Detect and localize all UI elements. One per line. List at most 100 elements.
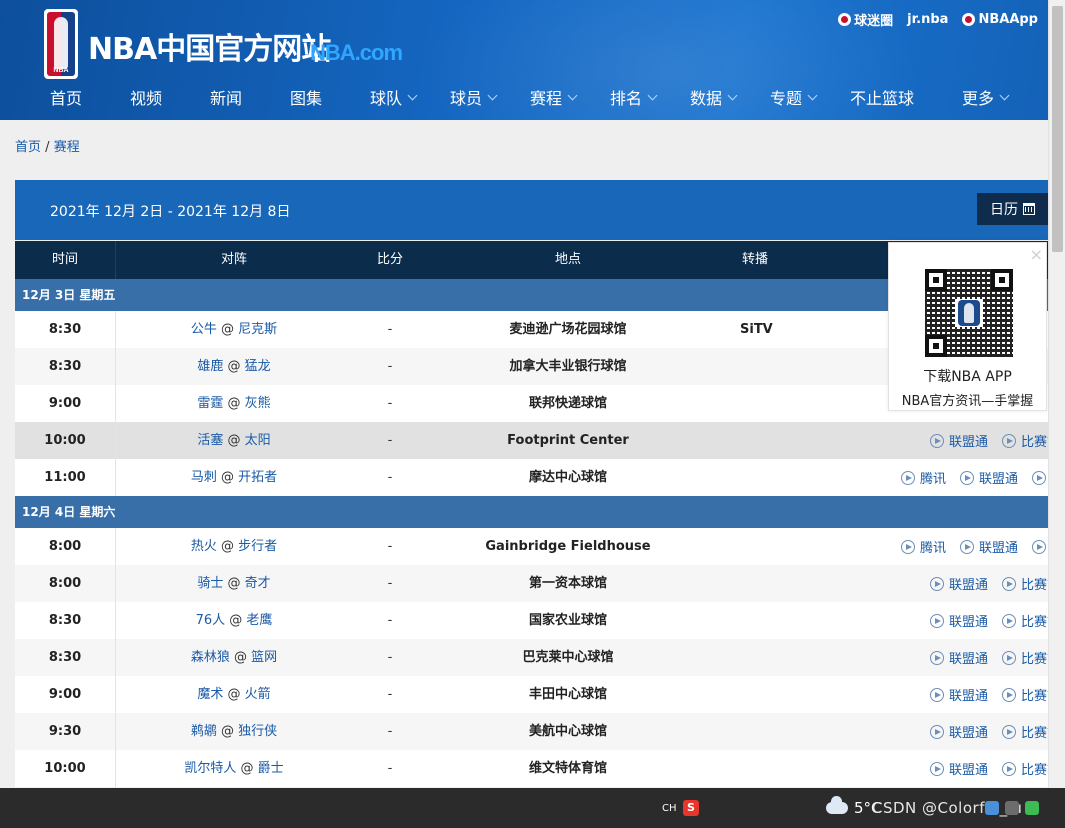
away-team-link[interactable]: 雄鹿	[197, 359, 223, 374]
app-popup-title: 下载NBA APP	[923, 369, 1012, 385]
nav-item[interactable]: 图集	[290, 85, 322, 109]
nav-item[interactable]: 更多	[962, 85, 1010, 109]
home-team-link[interactable]: 爵士	[258, 761, 284, 776]
nav-item[interactable]: 排名	[610, 85, 658, 109]
nav-item[interactable]: 首页	[50, 85, 82, 109]
nav-item[interactable]: 专题	[770, 85, 818, 109]
site-title[interactable]: NBA中国官方网站	[88, 24, 331, 68]
home-team-link[interactable]: 尼克斯	[238, 322, 277, 337]
volume-icon[interactable]	[1005, 801, 1019, 815]
app-tray-icon[interactable]	[1025, 801, 1039, 815]
away-team-link[interactable]: 森林狼	[191, 650, 230, 665]
network-icon[interactable]	[985, 801, 999, 815]
sogou-ime[interactable]: S	[683, 788, 699, 828]
home-team-link[interactable]: 老鹰	[246, 613, 272, 628]
away-team-link[interactable]: 凯尔特人	[184, 761, 236, 776]
tv-channel	[740, 639, 800, 676]
home-team-link[interactable]: 太阳	[245, 433, 271, 448]
home-team-link[interactable]: 火箭	[245, 687, 271, 702]
broadcast-link[interactable]: 比赛前瞻	[1002, 611, 1048, 630]
game-time: 10:00	[44, 761, 86, 776]
broadcast-link[interactable]: 联盟通	[960, 537, 1018, 556]
scrollbar-thumb[interactable]	[1052, 6, 1063, 252]
venue: 麦迪逊广场花园球馆	[509, 322, 627, 337]
nav-item[interactable]: 数据	[690, 85, 738, 109]
matchup: 雄鹿 @ 猛龙	[116, 348, 352, 385]
home-team-link[interactable]: 步行者	[238, 539, 277, 554]
matchup: 76人 @ 老鹰	[116, 602, 352, 639]
away-team-link[interactable]: 马刺	[191, 470, 217, 485]
broadcast-link[interactable]: 比赛前瞻	[1002, 685, 1048, 704]
page-scrollbar[interactable]	[1048, 0, 1065, 788]
home-team-link[interactable]: 灰熊	[245, 396, 271, 411]
matchup: 公牛 @ 尼克斯	[116, 311, 352, 348]
sogou-icon: S	[683, 800, 699, 816]
broadcast-link[interactable]: 腾讯	[901, 537, 946, 556]
chevron-down-icon	[487, 90, 498, 100]
broadcast-link[interactable]: 比赛前瞻	[1002, 722, 1048, 741]
broadcast-link[interactable]: 联盟通	[930, 722, 988, 741]
broadcast-links: 联盟通比赛前瞻	[930, 565, 1048, 602]
score: -	[387, 650, 393, 665]
home-team-link[interactable]: 猛龙	[245, 359, 271, 374]
broadcast-link[interactable]: 比赛前瞻	[1002, 431, 1048, 450]
nav-item[interactable]: 视频	[130, 85, 162, 109]
broadcast-link[interactable]: 比赛前瞻	[1032, 468, 1048, 487]
play-icon	[930, 576, 944, 591]
close-icon[interactable]: ×	[1030, 245, 1043, 264]
venue: 国家农业球馆	[528, 613, 607, 628]
broadcast-links: 腾讯联盟通比赛前瞻	[901, 528, 1048, 565]
away-team-link[interactable]: 76人	[196, 613, 226, 628]
away-team-link[interactable]: 魔术	[197, 687, 223, 702]
broadcast-link[interactable]: 联盟通	[930, 685, 988, 704]
at-symbol: @	[227, 433, 241, 448]
fan-circle-link[interactable]: 球迷圈	[838, 10, 893, 29]
broadcast-link[interactable]: 联盟通	[930, 611, 988, 630]
nav-item[interactable]: 赛程	[530, 85, 578, 109]
broadcast-link[interactable]: 腾讯	[901, 468, 946, 487]
ime-indicator[interactable]: CH	[662, 788, 677, 828]
away-team-link[interactable]: 雷霆	[197, 396, 223, 411]
away-team-link[interactable]: 鹈鹕	[191, 724, 217, 739]
play-icon	[930, 650, 944, 665]
col-matchup: 对阵	[220, 252, 247, 267]
play-icon	[1032, 470, 1047, 485]
home-team-link[interactable]: 篮网	[251, 650, 277, 665]
home-team-link[interactable]: 奇才	[245, 576, 271, 591]
matchup: 雷霆 @ 灰熊	[116, 385, 352, 422]
broadcast-link[interactable]: 联盟通	[930, 648, 988, 667]
broadcast-link[interactable]: 比赛前瞻	[1002, 574, 1048, 593]
away-team-link[interactable]: 热火	[191, 539, 217, 554]
nav-item[interactable]: 球队	[370, 85, 418, 109]
away-team-link[interactable]: 骑士	[197, 576, 223, 591]
nav-item[interactable]: 球员	[450, 85, 498, 109]
away-team-link[interactable]: 活塞	[197, 433, 223, 448]
breadcrumb-home[interactable]: 首页	[15, 140, 41, 155]
breadcrumb-sep: /	[45, 140, 50, 155]
at-symbol: @	[227, 687, 241, 702]
broadcast-link[interactable]: 联盟通	[960, 468, 1018, 487]
nba-app-link[interactable]: NBAApp	[962, 12, 1038, 27]
venue: 加拿大丰业银行球馆	[509, 359, 627, 374]
nba-logo-icon[interactable]: NBA	[44, 9, 78, 79]
broadcast-link[interactable]: 联盟通	[930, 431, 988, 450]
away-team-link[interactable]: 公牛	[191, 322, 217, 337]
home-team-link[interactable]: 开拓者	[238, 470, 277, 485]
breadcrumb-current[interactable]: 赛程	[54, 140, 80, 155]
broadcast-link[interactable]: 比赛前瞻	[1002, 648, 1048, 667]
broadcast-link[interactable]: 联盟通	[930, 574, 988, 593]
broadcast-link[interactable]: 比赛前瞻	[1032, 537, 1048, 556]
nav-item[interactable]: 新闻	[210, 85, 242, 109]
calendar-button[interactable]: 日历	[977, 193, 1048, 225]
home-team-link[interactable]: 独行侠	[238, 724, 277, 739]
play-icon	[930, 613, 944, 628]
jr-nba-link[interactable]: jr.nba	[907, 12, 948, 27]
nav-item[interactable]: 不止篮球	[850, 85, 914, 109]
tv-channel	[740, 459, 800, 496]
broadcast-link[interactable]: 比赛前瞻	[1002, 759, 1048, 778]
at-symbol: @	[240, 761, 254, 776]
tv-channel	[740, 385, 800, 422]
broadcast-links: 联盟通比赛前瞻	[930, 750, 1048, 787]
broadcast-link[interactable]: 联盟通	[930, 759, 988, 778]
play-icon	[1002, 687, 1017, 702]
